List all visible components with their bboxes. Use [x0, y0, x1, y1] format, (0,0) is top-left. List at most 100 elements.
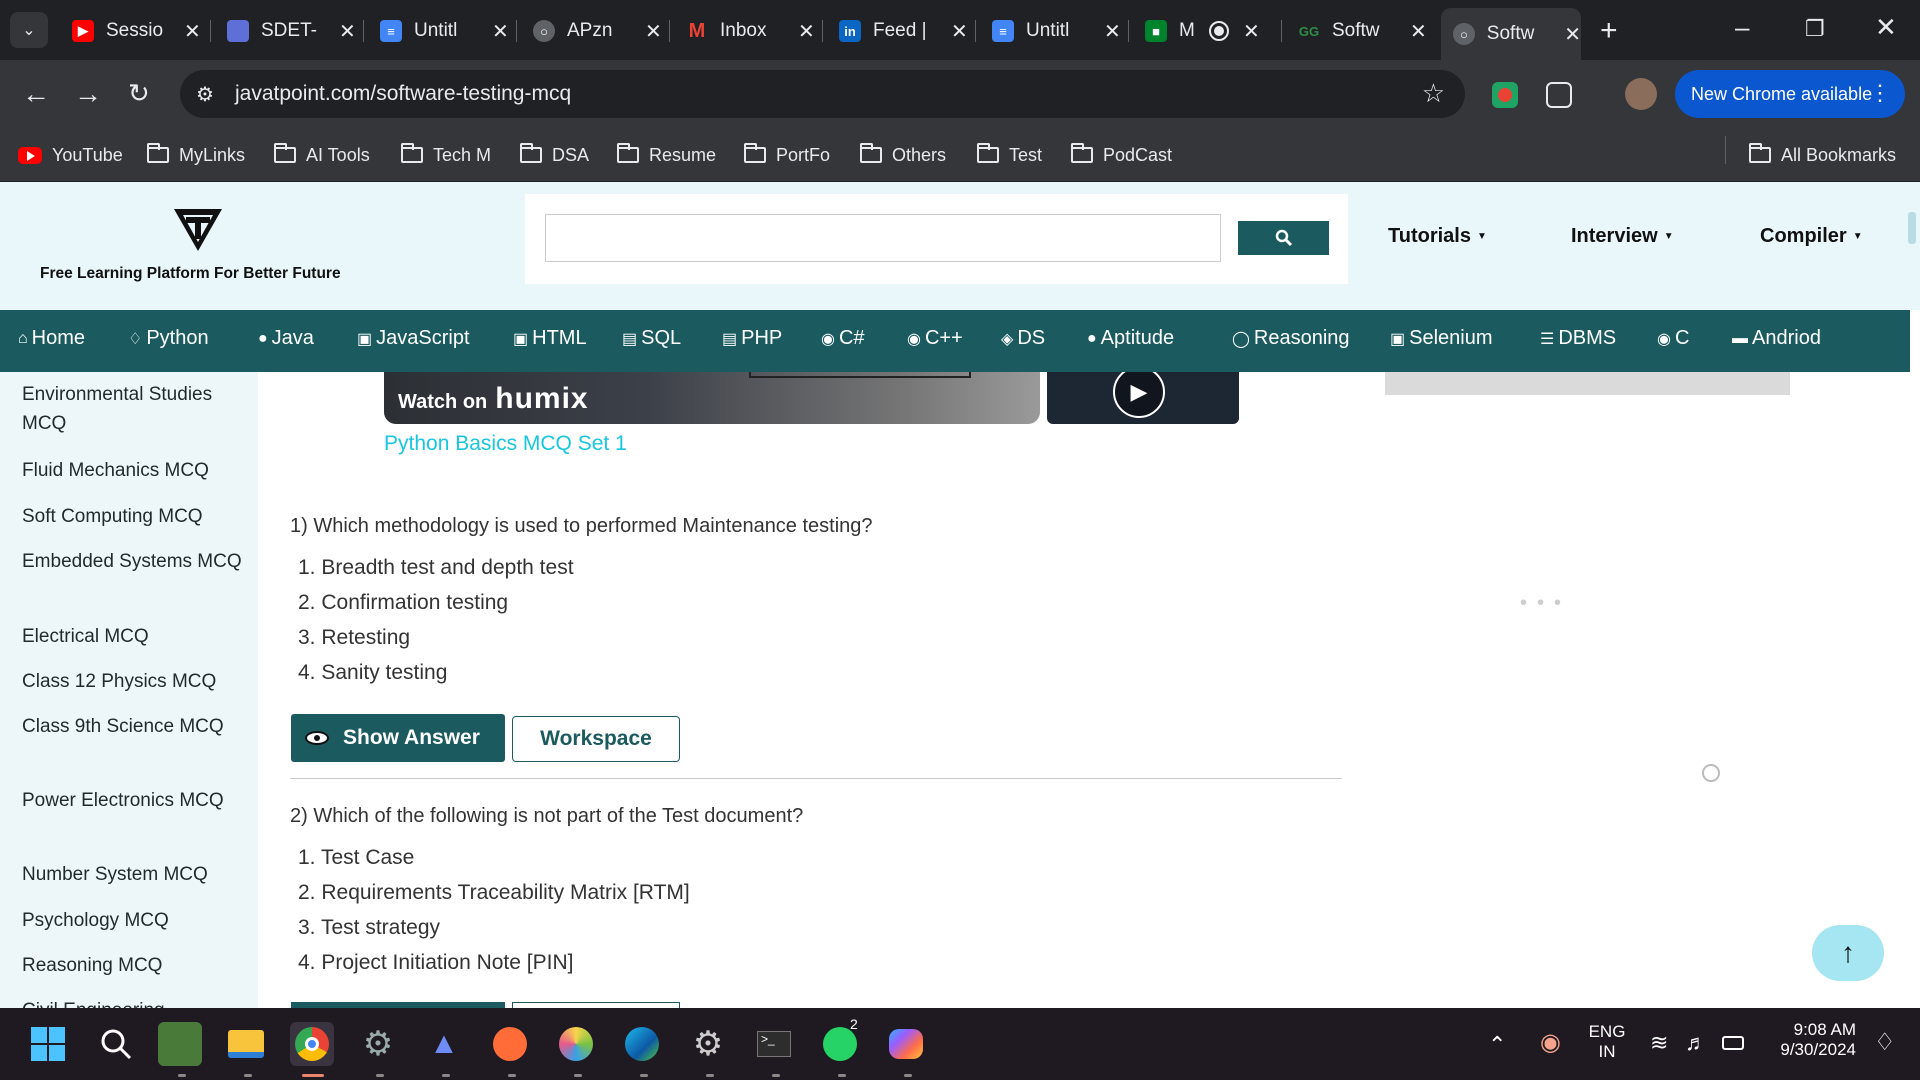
address-bar[interactable]: ⚙ javatpoint.com/software-testing-mcq ☆	[180, 70, 1465, 118]
video-caption-link[interactable]: Python Basics MCQ Set 1	[384, 432, 627, 456]
sidebar-link-power-electronics[interactable]: Power Electronics MCQ	[22, 786, 247, 815]
close-icon[interactable]: ✕	[645, 19, 662, 44]
search-button[interactable]	[1238, 221, 1329, 255]
search-icon[interactable]	[94, 1022, 138, 1066]
bookmark-star-icon[interactable]: ☆	[1422, 78, 1445, 109]
restore-button[interactable]: ❐	[1805, 16, 1825, 42]
file-explorer-icon[interactable]	[224, 1022, 268, 1066]
sidebar-link-soft-computing[interactable]: Soft Computing MCQ	[22, 502, 247, 531]
workspace-button[interactable]: Workspace	[512, 716, 680, 762]
close-icon[interactable]: ✕	[1410, 19, 1427, 44]
close-window-button[interactable]: ✕	[1875, 12, 1897, 43]
copilot-icon[interactable]	[884, 1022, 928, 1066]
tab-2[interactable]: SDET- ✕	[215, 12, 356, 50]
nav-aptitude[interactable]: ● Aptitude	[1087, 327, 1174, 350]
gear-app-icon[interactable]: ⚙	[686, 1022, 730, 1066]
nav-home[interactable]: ⌂ Home	[18, 327, 85, 350]
bookmark-folder[interactable]: Others	[860, 140, 946, 170]
video-thumbnail[interactable]: ▶	[1047, 372, 1239, 424]
whatsapp-icon[interactable]: 2	[818, 1016, 862, 1066]
nav-dbms[interactable]: ☰ DBMS	[1540, 327, 1616, 350]
sidebar-link-environmental-studies[interactable]: Environmental Studies MCQ	[22, 380, 247, 438]
volume-icon[interactable]: ♬	[1685, 1030, 1707, 1056]
paint-icon[interactable]	[554, 1022, 598, 1066]
url-text[interactable]: javatpoint.com/software-testing-mcq	[235, 82, 571, 106]
postman-icon[interactable]	[488, 1022, 532, 1066]
bookmark-folder[interactable]: PodCast	[1071, 140, 1172, 170]
play-icon[interactable]: ▶	[1113, 372, 1165, 418]
windows-start-icon[interactable]	[26, 1022, 70, 1066]
nav-python[interactable]: ♢ Python	[128, 327, 209, 350]
settings-icon[interactable]: ⚙	[356, 1022, 400, 1066]
nav-javascript[interactable]: ▣ JavaScript	[357, 327, 470, 350]
more-menu-icon[interactable]: ⋮	[1869, 80, 1891, 106]
tab-4[interactable]: ○ APzn ✕	[521, 12, 662, 50]
battery-icon[interactable]	[1722, 1036, 1744, 1050]
close-icon[interactable]: ✕	[184, 19, 201, 44]
sidebar-link-embedded-systems[interactable]: Embedded Systems MCQ	[22, 547, 247, 576]
search-input[interactable]	[545, 214, 1221, 262]
close-icon[interactable]: ✕	[492, 19, 509, 44]
nav-interview[interactable]: Interview ▼	[1571, 225, 1674, 248]
bookmark-folder[interactable]: Resume	[617, 140, 716, 170]
watch-on-humix[interactable]: Watch on humix	[398, 382, 589, 416]
close-icon[interactable]: ✕	[798, 19, 815, 44]
tab-9[interactable]: GG Softw ✕	[1286, 12, 1427, 50]
tab-7[interactable]: ≡ Untitl ✕	[980, 12, 1121, 50]
nav-java[interactable]: ● Java	[258, 327, 314, 350]
nav-php[interactable]: ▤ PHP	[722, 327, 782, 350]
page-scrollbar[interactable]	[1908, 212, 1916, 244]
bookmark-folder[interactable]: Tech M	[401, 140, 491, 170]
site-info-icon[interactable]: ⚙	[196, 82, 214, 107]
close-icon[interactable]: ✕	[1243, 19, 1260, 44]
minimize-button[interactable]: –	[1735, 12, 1749, 43]
close-icon[interactable]: ✕	[339, 19, 356, 44]
scroll-to-top-button[interactable]: ↑	[1812, 925, 1884, 981]
tab-6[interactable]: in Feed | ✕	[827, 12, 968, 50]
clock[interactable]: 9:08 AM 9/30/2024	[1770, 1020, 1856, 1060]
back-button[interactable]: ←	[22, 78, 50, 110]
profile-avatar[interactable]	[1625, 78, 1657, 110]
nav-html[interactable]: ▣ HTML	[513, 327, 587, 350]
bookmark-youtube[interactable]: YouTube	[18, 140, 123, 170]
edge-icon[interactable]	[620, 1022, 664, 1066]
sidebar-link-number-system[interactable]: Number System MCQ	[22, 860, 247, 889]
notification-bell-icon[interactable]: ♢	[1874, 1028, 1896, 1057]
language-indicator[interactable]: ENG IN	[1587, 1022, 1627, 1062]
site-logo[interactable]: Free Learning Platform For Better Future	[30, 207, 380, 297]
nav-c[interactable]: ◉ C	[1657, 327, 1689, 350]
close-icon[interactable]: ✕	[1564, 22, 1581, 47]
bookmark-folder[interactable]: DSA	[520, 140, 589, 170]
microphone-icon[interactable]: ◉	[1540, 1028, 1561, 1057]
tab-10-active[interactable]: ○ Softw ✕	[1441, 8, 1581, 60]
chrome-icon[interactable]	[290, 1022, 334, 1066]
sidebar-link-psychology[interactable]: Psychology MCQ	[22, 906, 247, 935]
nav-compiler[interactable]: Compiler ▼	[1760, 225, 1863, 248]
all-bookmarks-button[interactable]: All Bookmarks	[1749, 140, 1896, 170]
sidebar-link-class-12-physics[interactable]: Class 12 Physics MCQ	[22, 667, 247, 696]
terminal-icon[interactable]: >_	[752, 1022, 796, 1066]
sidebar-link-class-9-science[interactable]: Class 9th Science MCQ	[22, 712, 247, 741]
tab-8[interactable]: ■ M ✕	[1133, 12, 1260, 50]
sidebar-link-fluid-mechanics[interactable]: Fluid Mechanics MCQ	[22, 456, 247, 485]
bookmark-folder[interactable]: AI Tools	[274, 140, 370, 170]
nav-selenium[interactable]: ▣ Selenium	[1390, 327, 1493, 350]
show-answer-button[interactable]: Show Answer	[291, 714, 505, 762]
sidebar-link-electrical[interactable]: Electrical MCQ	[22, 622, 247, 651]
nav-tutorials[interactable]: Tutorials ▼	[1388, 225, 1487, 248]
nav-android[interactable]: ▬ Andriod	[1732, 327, 1821, 350]
nav-sql[interactable]: ▤ SQL	[622, 327, 681, 350]
close-icon[interactable]: ✕	[1104, 19, 1121, 44]
new-chrome-available-button[interactable]: New Chrome available ⋮	[1675, 70, 1905, 118]
video-player[interactable]: Watch on humix	[384, 372, 1040, 424]
sidebar-link-reasoning[interactable]: Reasoning MCQ	[22, 951, 247, 980]
sidebar-link-civil-engineering[interactable]: Civil Engineering	[22, 996, 247, 1008]
bookmark-folder[interactable]: MyLinks	[147, 140, 245, 170]
tab-search-chevron-icon[interactable]: ⌄	[10, 12, 48, 48]
nav-cpp[interactable]: ◉ C++	[907, 327, 963, 350]
tab-3[interactable]: ≡ Untitl ✕	[368, 12, 509, 50]
nav-reasoning[interactable]: ◯ Reasoning	[1232, 327, 1350, 350]
extensions-puzzle-icon[interactable]	[1546, 82, 1572, 108]
tab-1[interactable]: ▶ Sessio ✕	[60, 12, 201, 50]
forward-button[interactable]: →	[74, 78, 102, 110]
